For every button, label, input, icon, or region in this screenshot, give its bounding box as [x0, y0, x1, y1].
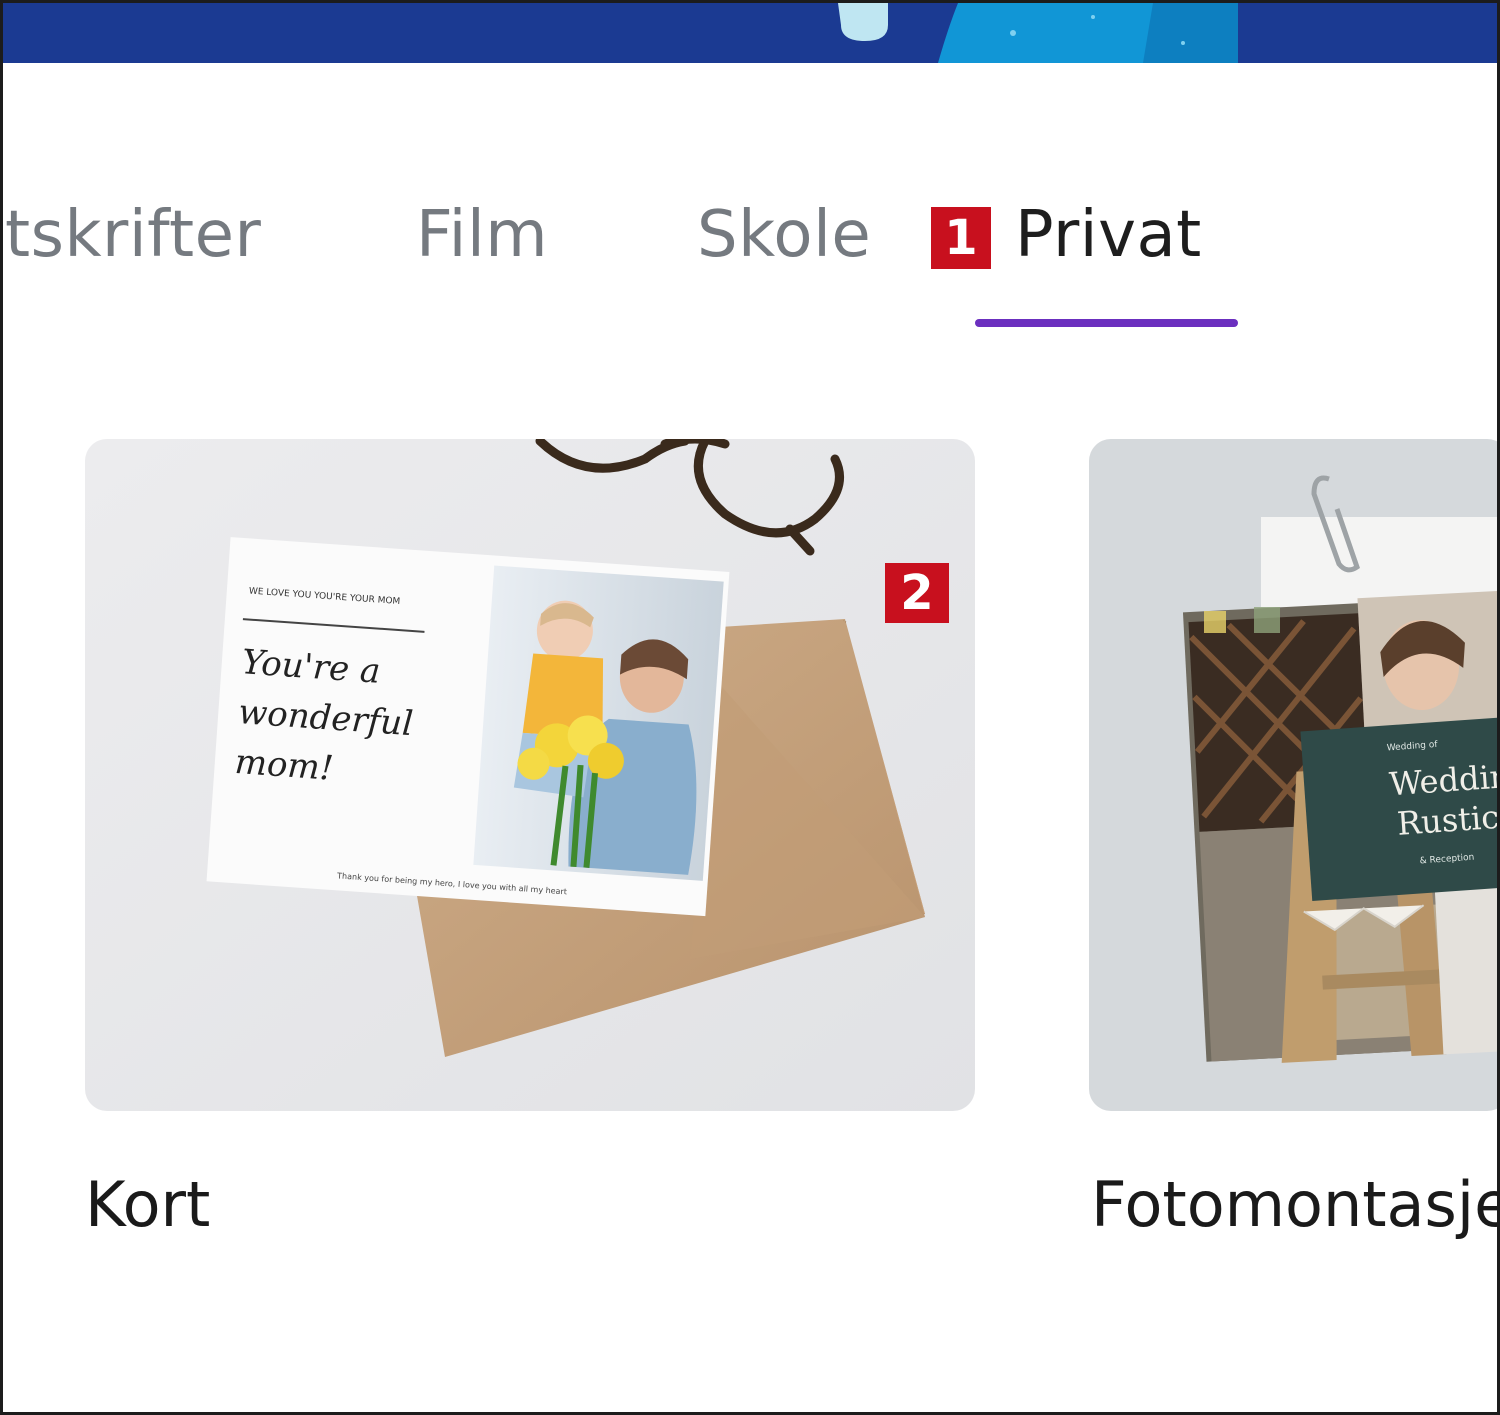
callout-badge-1: 1: [931, 207, 991, 269]
sign-title-line-1: Weddin: [1388, 757, 1500, 803]
banner-artwork: [3, 3, 1497, 63]
greeting-card: WE LOVE YOU YOU'RE YOUR MOM You're a won…: [206, 537, 730, 917]
card-fotomontasje-label[interactable]: Fotomontasje: [1091, 1165, 1497, 1245]
card-fotomontasje[interactable]: Wedding of Weddin Rustic R & Reception: [1089, 439, 1500, 1111]
tab-film[interactable]: Film: [416, 195, 548, 275]
tab-skole[interactable]: Skole: [697, 195, 871, 275]
card-kort[interactable]: WE LOVE YOU YOU'RE YOUR MOM You're a won…: [85, 439, 975, 1111]
tab-privat[interactable]: Privat: [1015, 195, 1202, 275]
page-frame: tskrifter Film Skole 1 Privat WE LOVE YO…: [0, 0, 1500, 1415]
category-tabs: tskrifter Film Skole 1 Privat: [3, 183, 1497, 333]
wedding-sign: Wedding of Weddin Rustic R & Reception: [1300, 716, 1500, 902]
top-banner: [3, 3, 1497, 63]
kort-preview-image: WE LOVE YOU YOU'RE YOUR MOM You're a won…: [85, 439, 975, 1111]
card-script-line-3: mom!: [234, 742, 335, 789]
card-kort-label[interactable]: Kort: [85, 1165, 210, 1245]
active-tab-indicator: [975, 319, 1238, 327]
callout-badge-2: 2: [885, 563, 949, 623]
tab-tidsskrifter[interactable]: tskrifter: [5, 195, 261, 275]
fotomontasje-preview-image: Wedding of Weddin Rustic R & Reception: [1089, 439, 1500, 1111]
